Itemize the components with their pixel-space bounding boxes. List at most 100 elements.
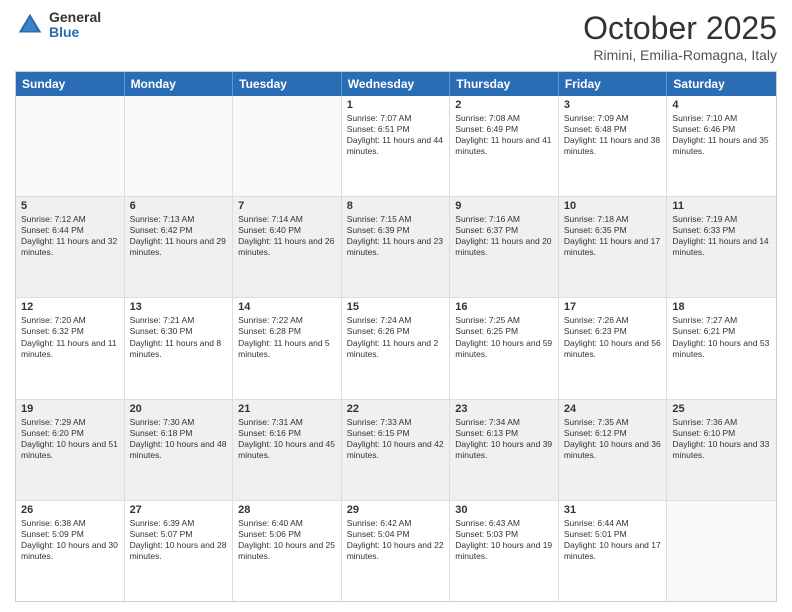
week-row-2: 5 Sunrise: 7:12 AM Sunset: 6:44 PM Daylig… xyxy=(16,197,776,298)
cell-content: Sunrise: 6:43 AM Sunset: 5:03 PM Dayligh… xyxy=(455,518,553,562)
location-subtitle: Rimini, Emilia-Romagna, Italy xyxy=(583,47,777,63)
cell-content: Sunrise: 7:35 AM Sunset: 6:12 PM Dayligh… xyxy=(564,417,662,461)
day-number: 22 xyxy=(347,403,445,415)
cell-content: Sunrise: 7:22 AM Sunset: 6:28 PM Dayligh… xyxy=(238,315,336,359)
table-row: 9Sunrise: 7:16 AM Sunset: 6:37 PM Daylig… xyxy=(450,197,559,297)
day-number: 28 xyxy=(238,504,336,516)
title-area: October 2025 Rimini, Emilia-Romagna, Ita… xyxy=(583,10,777,63)
cell-content: Sunrise: 7:08 AM Sunset: 6:49 PM Dayligh… xyxy=(455,113,553,157)
day-number: 15 xyxy=(347,301,445,313)
cell-content: Sunrise: 7:30 AM Sunset: 6:18 PM Dayligh… xyxy=(130,417,228,461)
week-row-3: 12 Sunrise: 7:20 AM Sunset: 6:32 PM Dayli… xyxy=(16,298,776,399)
table-row: 22 Sunrise: 7:33 AM Sunset: 6:15 PM Dayli… xyxy=(342,400,451,500)
header: General Blue October 2025 Rimini, Emilia… xyxy=(15,10,777,63)
cell-content: Sunrise: 7:26 AM Sunset: 6:23 PM Dayligh… xyxy=(564,315,662,359)
table-row: 31 Sunrise: 6:44 AM Sunset: 5:01 PM Dayli… xyxy=(559,501,668,601)
logo-blue-text: Blue xyxy=(49,25,101,40)
day-number: 18 xyxy=(672,301,771,313)
cell-content: Sunrise: 7:31 AM Sunset: 6:16 PM Dayligh… xyxy=(238,417,336,461)
cell-content: Sunrise: 7:33 AM Sunset: 6:15 PM Dayligh… xyxy=(347,417,445,461)
table-row: 11 Sunrise: 7:19 AM Sunset: 6:33 PM Dayli… xyxy=(667,197,776,297)
table-row xyxy=(16,96,125,196)
day-number: 2 xyxy=(455,99,553,111)
day-number: 26 xyxy=(21,504,119,516)
day-number: 13 xyxy=(130,301,228,313)
logo-general-text: General xyxy=(49,10,101,25)
cell-content: Sunrise: 6:40 AM Sunset: 5:06 PM Dayligh… xyxy=(238,518,336,562)
week-row-1: 1Sunrise: 7:07 AM Sunset: 6:51 PM Daylig… xyxy=(16,96,776,197)
logo: General Blue xyxy=(15,10,101,41)
cell-content: Sunrise: 7:21 AM Sunset: 6:30 PM Dayligh… xyxy=(130,315,228,359)
header-day-tuesday: Tuesday xyxy=(233,72,342,96)
day-number: 11 xyxy=(672,200,771,212)
day-number: 20 xyxy=(130,403,228,415)
day-number: 4 xyxy=(672,99,771,111)
cell-content: Sunrise: 7:25 AM Sunset: 6:25 PM Dayligh… xyxy=(455,315,553,359)
cell-content: Sunrise: 6:42 AM Sunset: 5:04 PM Dayligh… xyxy=(347,518,445,562)
cell-content: Sunrise: 6:44 AM Sunset: 5:01 PM Dayligh… xyxy=(564,518,662,562)
cell-content: Sunrise: 6:38 AM Sunset: 5:09 PM Dayligh… xyxy=(21,518,119,562)
cell-content: Sunrise: 7:13 AM Sunset: 6:42 PM Dayligh… xyxy=(130,214,228,258)
table-row: 12 Sunrise: 7:20 AM Sunset: 6:32 PM Dayli… xyxy=(16,298,125,398)
table-row: 2 Sunrise: 7:08 AM Sunset: 6:49 PM Daylig… xyxy=(450,96,559,196)
table-row: 21Sunrise: 7:31 AM Sunset: 6:16 PM Dayli… xyxy=(233,400,342,500)
table-row: 16 Sunrise: 7:25 AM Sunset: 6:25 PM Dayli… xyxy=(450,298,559,398)
table-row: 30 Sunrise: 6:43 AM Sunset: 5:03 PM Dayli… xyxy=(450,501,559,601)
day-number: 30 xyxy=(455,504,553,516)
day-number: 17 xyxy=(564,301,662,313)
table-row: 27 Sunrise: 6:39 AM Sunset: 5:07 PM Dayli… xyxy=(125,501,234,601)
day-number: 7 xyxy=(238,200,336,212)
day-number: 16 xyxy=(455,301,553,313)
table-row: 7 Sunrise: 7:14 AM Sunset: 6:40 PM Daylig… xyxy=(233,197,342,297)
cell-content: Sunrise: 7:15 AM Sunset: 6:39 PM Dayligh… xyxy=(347,214,445,258)
table-row: 17 Sunrise: 7:26 AM Sunset: 6:23 PM Dayli… xyxy=(559,298,668,398)
header-day-thursday: Thursday xyxy=(450,72,559,96)
day-number: 6 xyxy=(130,200,228,212)
day-number: 29 xyxy=(347,504,445,516)
month-title: October 2025 xyxy=(583,10,777,47)
header-day-sunday: Sunday xyxy=(16,72,125,96)
table-row: 15 Sunrise: 7:24 AM Sunset: 6:26 PM Dayli… xyxy=(342,298,451,398)
table-row: 14 Sunrise: 7:22 AM Sunset: 6:28 PM Dayli… xyxy=(233,298,342,398)
cell-content: Sunrise: 7:27 AM Sunset: 6:21 PM Dayligh… xyxy=(672,315,771,359)
table-row: 28 Sunrise: 6:40 AM Sunset: 5:06 PM Dayli… xyxy=(233,501,342,601)
cell-content: Sunrise: 7:24 AM Sunset: 6:26 PM Dayligh… xyxy=(347,315,445,359)
table-row: 25 Sunrise: 7:36 AM Sunset: 6:10 PM Dayli… xyxy=(667,400,776,500)
day-number: 5 xyxy=(21,200,119,212)
cell-content: Sunrise: 7:20 AM Sunset: 6:32 PM Dayligh… xyxy=(21,315,119,359)
cell-content: Sunrise: 7:34 AM Sunset: 6:13 PM Dayligh… xyxy=(455,417,553,461)
logo-icon xyxy=(15,10,45,40)
table-row xyxy=(125,96,234,196)
day-number: 27 xyxy=(130,504,228,516)
cell-content: Sunrise: 7:16 AM Sunset: 6:37 PM Dayligh… xyxy=(455,214,553,258)
day-number: 25 xyxy=(672,403,771,415)
table-row: 13 Sunrise: 7:21 AM Sunset: 6:30 PM Dayli… xyxy=(125,298,234,398)
calendar: SundayMondayTuesdayWednesdayThursdayFrid… xyxy=(15,71,777,602)
cell-content: Sunrise: 7:12 AM Sunset: 6:44 PM Dayligh… xyxy=(21,214,119,258)
cell-content: Sunrise: 7:10 AM Sunset: 6:46 PM Dayligh… xyxy=(672,113,771,157)
table-row: 29 Sunrise: 6:42 AM Sunset: 5:04 PM Dayli… xyxy=(342,501,451,601)
table-row xyxy=(233,96,342,196)
header-day-wednesday: Wednesday xyxy=(342,72,451,96)
cell-content: Sunrise: 7:36 AM Sunset: 6:10 PM Dayligh… xyxy=(672,417,771,461)
day-number: 23 xyxy=(455,403,553,415)
cell-content: Sunrise: 7:14 AM Sunset: 6:40 PM Dayligh… xyxy=(238,214,336,258)
header-day-monday: Monday xyxy=(125,72,234,96)
header-day-friday: Friday xyxy=(559,72,668,96)
calendar-body: 1Sunrise: 7:07 AM Sunset: 6:51 PM Daylig… xyxy=(16,96,776,601)
cell-content: Sunrise: 7:19 AM Sunset: 6:33 PM Dayligh… xyxy=(672,214,771,258)
week-row-5: 26 Sunrise: 6:38 AM Sunset: 5:09 PM Dayli… xyxy=(16,501,776,601)
table-row: 3Sunrise: 7:09 AM Sunset: 6:48 PM Daylig… xyxy=(559,96,668,196)
table-row: 4 Sunrise: 7:10 AM Sunset: 6:46 PM Daylig… xyxy=(667,96,776,196)
cell-content: Sunrise: 6:39 AM Sunset: 5:07 PM Dayligh… xyxy=(130,518,228,562)
table-row: 26 Sunrise: 6:38 AM Sunset: 5:09 PM Dayli… xyxy=(16,501,125,601)
table-row: 24Sunrise: 7:35 AM Sunset: 6:12 PM Dayli… xyxy=(559,400,668,500)
week-row-4: 19Sunrise: 7:29 AM Sunset: 6:20 PM Dayli… xyxy=(16,400,776,501)
day-number: 31 xyxy=(564,504,662,516)
table-row xyxy=(667,501,776,601)
table-row: 6 Sunrise: 7:13 AM Sunset: 6:42 PM Daylig… xyxy=(125,197,234,297)
table-row: 1Sunrise: 7:07 AM Sunset: 6:51 PM Daylig… xyxy=(342,96,451,196)
day-number: 12 xyxy=(21,301,119,313)
cell-content: Sunrise: 7:18 AM Sunset: 6:35 PM Dayligh… xyxy=(564,214,662,258)
day-number: 14 xyxy=(238,301,336,313)
